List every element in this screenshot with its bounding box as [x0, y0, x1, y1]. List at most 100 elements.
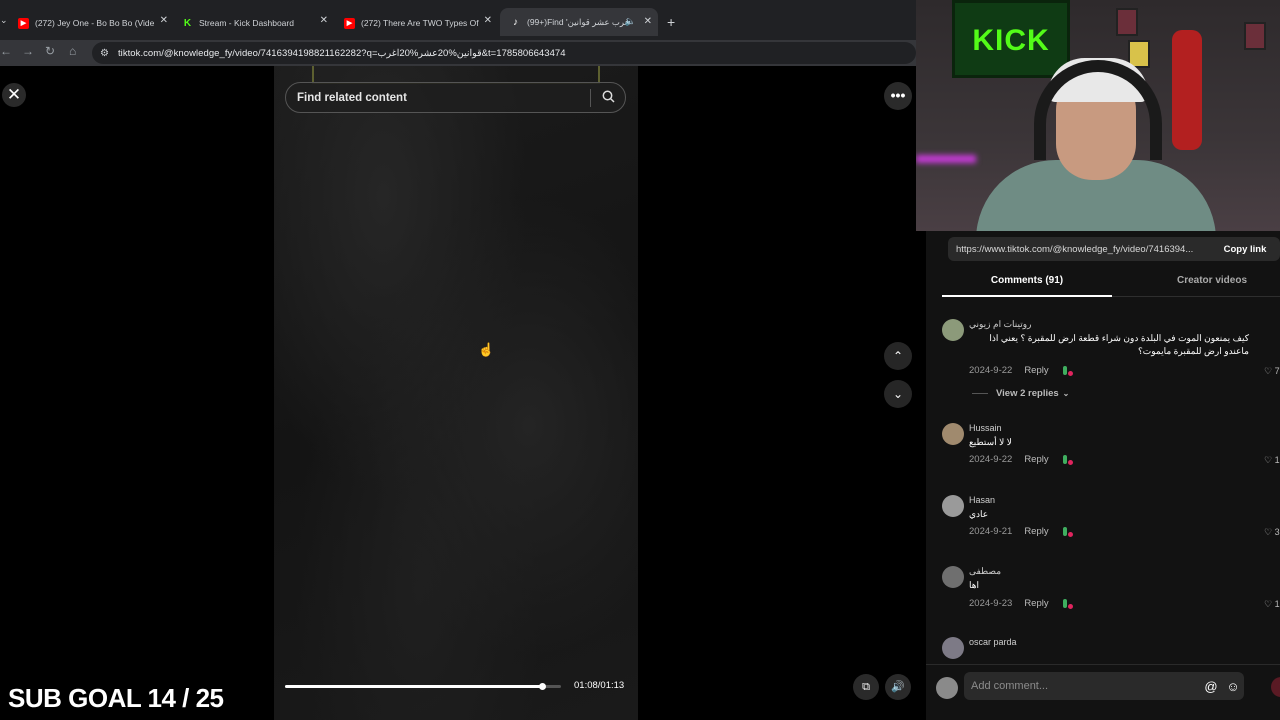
comment-input[interactable]: Add comment...: [964, 680, 1200, 692]
share-link-bar: https://www.tiktok.com/@knowledge_fy/vid…: [948, 237, 1280, 261]
like-count: 1: [1274, 599, 1280, 609]
close-tab-icon[interactable]: ✕: [484, 15, 492, 26]
browser-tab[interactable]: ▶ (272) There Are TWO Types Of ✕: [344, 12, 492, 34]
audio-icon[interactable]: 🔈: [625, 16, 636, 27]
avatar[interactable]: [942, 495, 964, 517]
reply-button[interactable]: Reply: [1024, 526, 1048, 537]
browser-tab[interactable]: ▶ (272) Jey One - Bo Bo Bo (Vide ✕: [18, 12, 168, 34]
copy-link-button[interactable]: Copy link: [1210, 244, 1280, 255]
reply-button[interactable]: Reply: [1024, 598, 1048, 609]
reply-button[interactable]: Reply: [1024, 365, 1048, 376]
comment-meta: 2024-9-22 Reply: [969, 365, 1075, 376]
tab-comments[interactable]: Comments (91): [942, 275, 1112, 297]
reply-button[interactable]: Reply: [1024, 454, 1048, 465]
tab-title: (272) There Are TWO Types Of: [361, 18, 479, 28]
reaction-icon: [1061, 454, 1075, 465]
reaction-icon: [1061, 526, 1075, 537]
browser-tab-active[interactable]: ♪ (99+)Find 'أغرب عشر قوانين 🔈 ✕: [500, 8, 658, 36]
search-icon[interactable]: [591, 90, 625, 106]
previous-video-icon[interactable]: ⌃: [884, 342, 912, 370]
comment-date: 2024-9-22: [969, 365, 1013, 376]
comment-date: 2024-9-22: [969, 454, 1013, 465]
kick-sign: KICK: [952, 0, 1070, 78]
progress-knob[interactable]: [538, 683, 546, 690]
comments-panel: https://www.tiktok.com/@knowledge_fy/vid…: [926, 231, 1280, 720]
comment-item: oscar parda: [942, 637, 1280, 663]
comment-text: اها: [969, 580, 979, 590]
like-button[interactable]: ♡ 1: [1264, 599, 1280, 610]
comment-item: Hussain لا لا أستطيع 2024-9-22 Reply ♡ 1: [942, 423, 1280, 473]
avatar[interactable]: [942, 637, 964, 659]
comment-text: كيف يمنعون الموت في البلدة دون شراء قطعة…: [989, 333, 1249, 356]
comment-meta: 2024-9-23 Reply: [969, 598, 1075, 609]
tab-title: (99+)Find 'أغرب عشر قوانين: [527, 16, 627, 27]
tab-creator-videos[interactable]: Creator videos: [1142, 275, 1280, 286]
avatar[interactable]: [942, 319, 964, 341]
pip-icon[interactable]: ⧉: [853, 674, 879, 700]
home-icon[interactable]: ⌂: [69, 44, 76, 58]
comment-date: 2024-9-21: [969, 526, 1013, 537]
comment-meta: 2024-9-21 Reply: [969, 526, 1075, 537]
view-replies-label: View 2 replies: [996, 388, 1059, 399]
video-time: 01:08/01:13: [574, 680, 625, 691]
user-avatar: [936, 677, 958, 699]
like-button[interactable]: ♡ 1: [1264, 455, 1280, 466]
comment-author[interactable]: روتينات ام زيوني: [969, 319, 1031, 330]
url-field[interactable]: ⚙ tiktok.com/@knowledge_fy/video/7416394…: [92, 42, 916, 64]
like-count: 1: [1274, 455, 1280, 465]
video-progress-bar[interactable]: [285, 683, 561, 690]
emoji-icon[interactable]: ☺: [1222, 679, 1244, 694]
next-video-icon[interactable]: ⌄: [884, 380, 912, 408]
reaction-icon: [1061, 598, 1075, 609]
mention-icon[interactable]: @: [1200, 679, 1222, 694]
like-count: 7: [1274, 366, 1280, 376]
post-comment-icon[interactable]: ↑: [1271, 677, 1280, 697]
kick-icon: K: [182, 17, 193, 29]
tab-title: (272) Jey One - Bo Bo Bo (Vide: [35, 18, 155, 28]
more-options-icon[interactable]: •••: [884, 82, 912, 110]
like-button[interactable]: ♡ 7: [1264, 366, 1280, 377]
comment-date: 2024-9-23: [969, 598, 1013, 609]
comment-meta: 2024-9-22 Reply: [969, 454, 1075, 465]
wall-frame: [1244, 22, 1266, 50]
related-search-box[interactable]: Find related content: [285, 82, 626, 113]
share-link-text[interactable]: https://www.tiktok.com/@knowledge_fy/vid…: [948, 244, 1210, 255]
comment-author[interactable]: Hussain: [969, 423, 1002, 433]
forward-icon[interactable]: →: [22, 44, 34, 58]
comment-author[interactable]: oscar parda: [969, 637, 1017, 647]
site-info-icon[interactable]: ⚙: [100, 48, 109, 59]
youtube-icon: ▶: [18, 17, 29, 29]
youtube-icon: ▶: [344, 17, 355, 29]
comment-item: مصطفى اها 2024-9-23 Reply ♡ 1: [942, 566, 1280, 616]
browser-tab[interactable]: K Stream - Kick Dashboard ✕: [182, 12, 328, 34]
url-text: tiktok.com/@knowledge_fy/video/741639419…: [117, 47, 566, 59]
close-tab-icon[interactable]: ✕: [160, 15, 168, 26]
search-input[interactable]: Find related content: [286, 92, 590, 104]
punching-bag: [1172, 30, 1202, 150]
wall-frame: [1116, 8, 1138, 36]
video-player[interactable]: [274, 66, 638, 720]
comment-item: روتينات ام زيوني كيف يمنعون الموت في الب…: [942, 319, 1280, 379]
comment-item: Hasan عادي 2024-9-21 Reply ♡ 3: [942, 495, 1280, 545]
new-tab-button[interactable]: +: [667, 14, 675, 30]
comment-field[interactable]: Add comment... @ ☺: [964, 672, 1244, 700]
panel-tabs: Comments (91) Creator videos: [942, 269, 1280, 297]
comment-text: لا لا أستطيع: [969, 437, 1012, 447]
view-replies-button[interactable]: View 2 replies ⌄: [972, 388, 1069, 399]
led-light: [916, 155, 976, 163]
avatar[interactable]: [942, 423, 964, 445]
streamer-webcam: KICK: [916, 0, 1280, 231]
volume-icon[interactable]: 🔊: [885, 674, 911, 700]
tab-title: Stream - Kick Dashboard: [199, 18, 294, 28]
like-count: 3: [1274, 527, 1280, 537]
avatar[interactable]: [942, 566, 964, 588]
comment-author[interactable]: مصطفى: [969, 566, 1001, 577]
comment-author[interactable]: Hasan: [969, 495, 995, 505]
tab-search-icon[interactable]: ⌄: [0, 15, 8, 26]
like-button[interactable]: ♡ 3: [1264, 527, 1280, 538]
back-icon[interactable]: ←: [0, 44, 12, 58]
close-tab-icon[interactable]: ✕: [320, 15, 328, 26]
reload-icon[interactable]: ↻: [45, 44, 55, 58]
close-icon[interactable]: ✕: [2, 83, 26, 107]
close-tab-icon[interactable]: ✕: [644, 16, 652, 27]
